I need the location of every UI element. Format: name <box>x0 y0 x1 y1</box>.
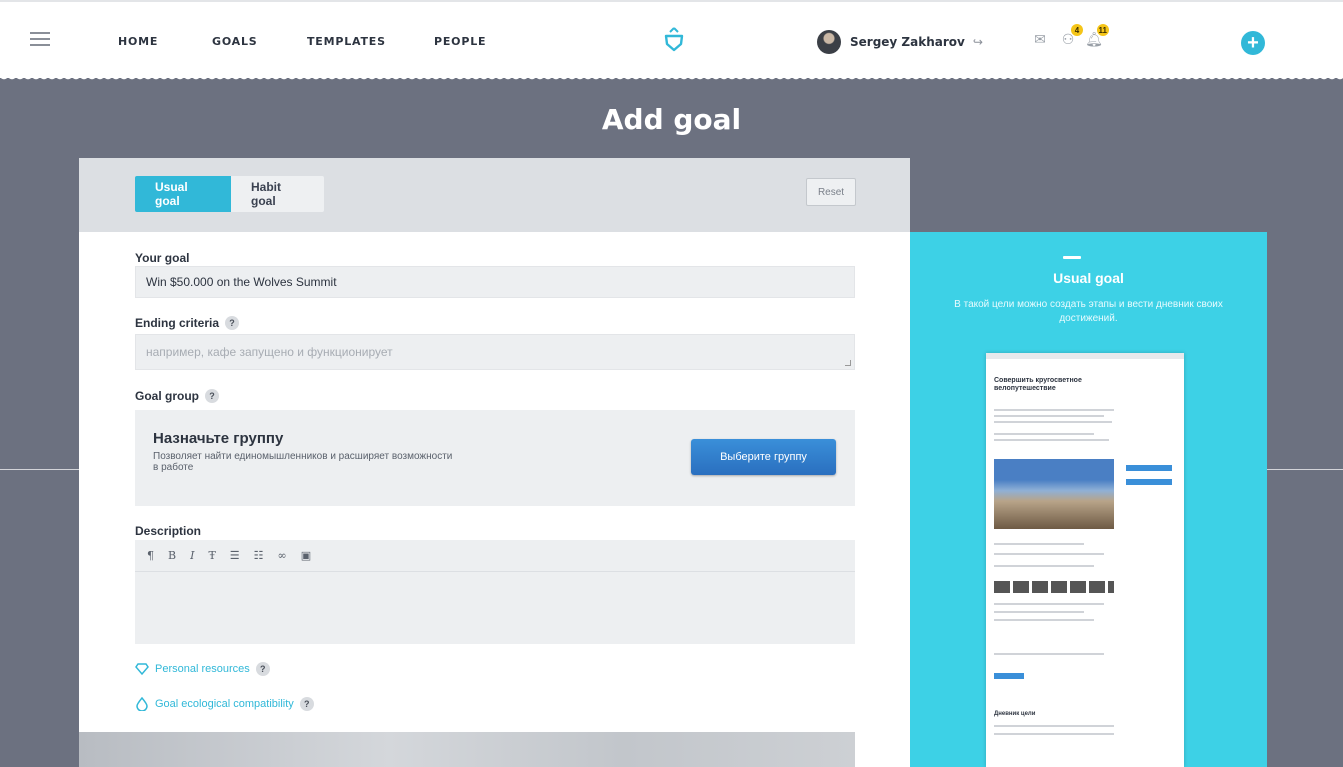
tab-habit-goal[interactable]: Habit goal <box>231 176 324 212</box>
page-title: Add goal <box>601 103 742 136</box>
menu-icon[interactable] <box>30 32 50 46</box>
preview-text-line <box>994 725 1114 727</box>
description-editor[interactable] <box>135 572 855 644</box>
strikethrough-icon[interactable]: Ŧ <box>208 549 215 562</box>
notifications-badge: 11 <box>1096 24 1109 36</box>
logo-icon[interactable] <box>661 26 687 52</box>
help-icon[interactable]: ? <box>225 316 240 330</box>
preview-screenshot: Совершить кругосветное велопутешествие Д… <box>986 353 1184 767</box>
people-badge: 4 <box>1071 24 1083 36</box>
editor-toolbar: ¶ B I Ŧ ☰ ☷ ∞ ▣ <box>135 540 855 572</box>
paragraph-icon[interactable]: ¶ <box>147 549 154 562</box>
preview-thumbnails <box>994 581 1114 593</box>
preview-text-line <box>994 565 1094 567</box>
drop-icon <box>136 697 148 711</box>
info-dash <box>1063 256 1081 259</box>
help-icon[interactable]: ? <box>255 662 270 676</box>
preview-text-line <box>994 553 1104 555</box>
tab-usual-goal[interactable]: Usual goal <box>135 176 231 212</box>
preview-section-title: Дневник цели <box>994 711 1036 717</box>
preview-text-line <box>994 733 1114 735</box>
footer-image <box>79 732 855 767</box>
logout-icon[interactable]: ↪ <box>973 35 983 49</box>
eco-compat-text[interactable]: Goal ecological compatibility <box>155 698 294 710</box>
italic-icon[interactable]: I <box>190 549 194 562</box>
nav-people[interactable]: PEOPLE <box>434 35 486 48</box>
eco-compat-link[interactable]: Goal ecological compatibility ? <box>135 697 314 711</box>
ending-criteria-label: Ending criteria ? <box>135 316 240 330</box>
preview-button <box>1126 479 1172 485</box>
goal-label: Your goal <box>135 251 190 265</box>
link-icon[interactable]: ∞ <box>278 549 287 562</box>
group-title: Назначьте группу <box>153 430 284 447</box>
form-header: Usual goal Habit goal Reset <box>79 158 910 232</box>
preview-text-line <box>994 543 1084 545</box>
avatar[interactable] <box>817 30 841 54</box>
goal-group-text: Goal group <box>135 389 199 403</box>
goal-group-box: Назначьте группу Позволяет найти единомы… <box>135 410 855 506</box>
add-goal-button[interactable]: + <box>1241 31 1265 55</box>
ending-criteria-input[interactable]: например, кафе запущено и функционирует <box>135 334 855 370</box>
nav-goals[interactable]: GOALS <box>212 35 258 48</box>
user-menu[interactable]: Sergey Zakharov ↪ <box>817 30 983 54</box>
mail-icon[interactable]: ✉ <box>1029 28 1051 50</box>
preview-heading: Совершить кругосветное велопутешествие <box>994 377 1082 392</box>
personal-resources-link[interactable]: Personal resources ? <box>135 662 270 676</box>
preview-button <box>1126 465 1172 471</box>
reset-button[interactable]: Reset <box>806 178 856 206</box>
preview-text-line <box>994 619 1094 621</box>
preview-button <box>994 673 1024 679</box>
personal-resources-text[interactable]: Personal resources <box>155 663 250 675</box>
people-icon[interactable]: ⚇ 4 <box>1057 24 1083 50</box>
info-text: В такой цели можно создать этапы и вести… <box>954 299 1223 324</box>
diamond-icon <box>135 663 149 676</box>
preview-text-line <box>994 415 1104 417</box>
goal-type-tabs: Usual goal Habit goal <box>135 176 324 212</box>
preview-text-line <box>994 421 1112 423</box>
bullet-list-icon[interactable]: ☰ <box>230 549 240 562</box>
resize-handle[interactable] <box>845 360 851 366</box>
group-description: Позволяет найти единомышленников и расши… <box>153 451 453 473</box>
goal-form: Usual goal Habit goal Reset Your goal Wi… <box>79 158 910 767</box>
choose-group-button[interactable]: Выберите группу <box>691 439 836 475</box>
preview-text-line <box>994 611 1084 613</box>
preview-text-line <box>994 653 1104 655</box>
header-icons: ✉ ⚇ 4 🔔︎ 11 <box>1029 24 1109 50</box>
nav-templates[interactable]: TEMPLATES <box>307 35 386 48</box>
preview-photo <box>994 459 1114 529</box>
goal-input[interactable]: Win $50.000 on the Wolves Summit <box>135 266 855 298</box>
info-title: Usual goal <box>1053 270 1124 286</box>
ending-criteria-text: Ending criteria <box>135 316 220 330</box>
bell-icon[interactable]: 🔔︎ 11 <box>1083 24 1109 50</box>
wave-divider <box>0 76 1343 82</box>
goal-group-label: Goal group ? <box>135 389 219 403</box>
preview-text-line <box>994 439 1109 441</box>
top-navigation: HOME GOALS TEMPLATES PEOPLE Sergey Zakha… <box>0 0 1343 82</box>
ending-criteria-placeholder: например, кафе запущено и функционирует <box>146 345 393 359</box>
preview-text-line <box>994 603 1104 605</box>
preview-header <box>986 353 1184 359</box>
user-name[interactable]: Sergey Zakharov <box>850 35 965 49</box>
preview-text-line <box>994 433 1094 435</box>
numbered-list-icon[interactable]: ☷ <box>254 549 264 562</box>
preview-text-line <box>994 409 1114 411</box>
help-icon[interactable]: ? <box>299 697 314 711</box>
bold-icon[interactable]: B <box>168 549 176 562</box>
description-label: Description <box>135 524 202 538</box>
video-icon[interactable]: ▣ <box>301 549 311 562</box>
info-panel: Usual goal В такой цели можно создать эт… <box>910 232 1267 767</box>
nav-home[interactable]: HOME <box>118 35 158 48</box>
help-icon[interactable]: ? <box>205 389 219 403</box>
